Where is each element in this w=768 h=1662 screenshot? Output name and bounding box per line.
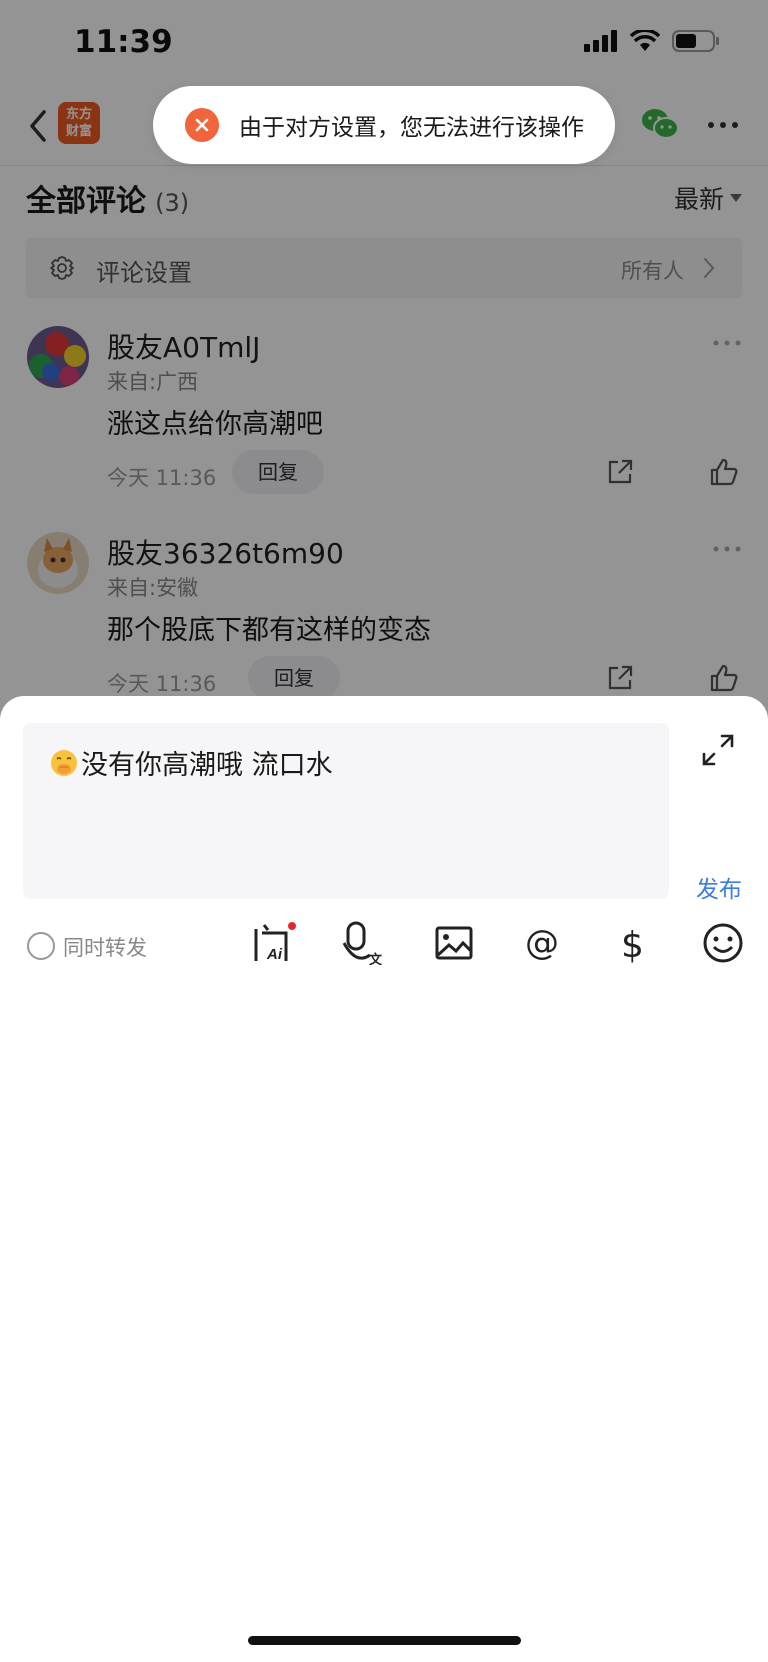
dollar-icon[interactable]: $: [611, 921, 655, 965]
publish-button[interactable]: 发布: [696, 870, 742, 904]
comment-input-text: 没有你高潮哦 流口水: [81, 750, 333, 781]
face-with-hand-over-mouth-emoji-icon: [51, 749, 77, 776]
comment-composer-sheet: 没有你高潮哦 流口水 发布 同时转发 Ai 文 @ $: [0, 696, 768, 1662]
svg-text:@: @: [525, 923, 559, 963]
comment-input[interactable]: 没有你高潮哦 流口水: [23, 723, 669, 899]
comment-input-content[interactable]: 没有你高潮哦 流口水: [49, 743, 333, 782]
svg-text:$: $: [621, 925, 644, 965]
error-toast: 由于对方设置，您无法进行该操作: [153, 86, 615, 164]
error-icon: [185, 108, 219, 142]
repost-label: 同时转发: [63, 936, 147, 960]
svg-text:文: 文: [369, 952, 383, 965]
at-mention-icon[interactable]: @: [521, 921, 565, 965]
repost-checkbox[interactable]: [27, 932, 55, 960]
emoji-icon[interactable]: [701, 921, 745, 965]
svg-text:Ai: Ai: [266, 946, 283, 963]
composer-toolbar: 同时转发 Ai 文 @ $: [0, 921, 768, 973]
ask-ai-icon[interactable]: Ai: [252, 921, 296, 965]
voice-to-text-icon[interactable]: 文: [342, 921, 386, 965]
home-indicator: [248, 1636, 521, 1645]
expand-icon[interactable]: [700, 732, 736, 768]
image-icon[interactable]: [432, 921, 476, 965]
toast-message: 由于对方设置，您无法进行该操作: [239, 115, 584, 141]
